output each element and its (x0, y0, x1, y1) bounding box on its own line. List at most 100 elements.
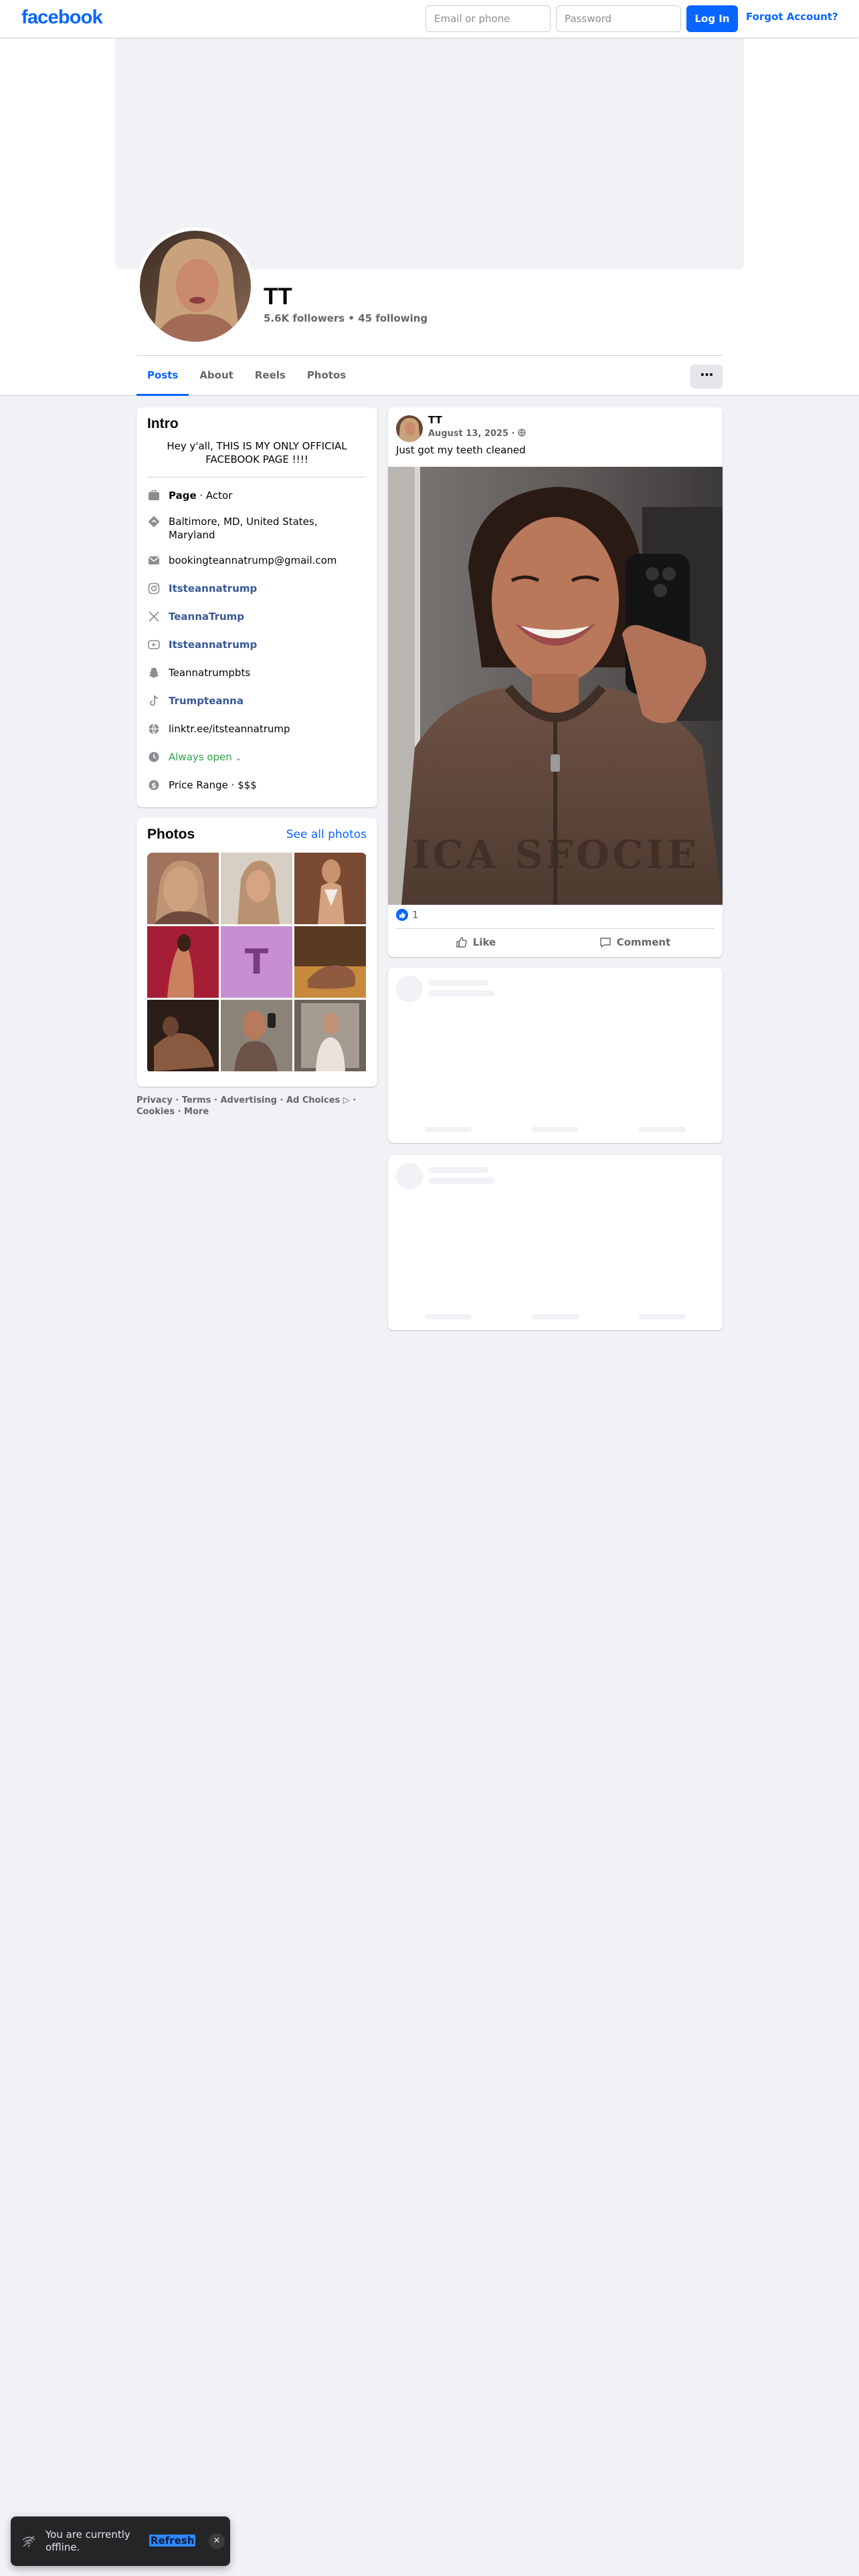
briefcase-icon (147, 489, 161, 502)
location-text: Baltimore, MD, United States, Maryland (169, 516, 318, 541)
instagram-item: Itsteannatrump (147, 582, 367, 595)
photo-thumbnail[interactable] (294, 853, 366, 924)
hours-item[interactable]: Always open ⌄ (147, 750, 367, 765)
photo-thumbnail[interactable] (221, 853, 292, 924)
price-item: $ Price Range · $$$ (147, 778, 367, 792)
page-title: TT (264, 284, 292, 310)
photo-thumbnail[interactable] (147, 853, 219, 924)
wifi-off-icon (22, 2535, 35, 2547)
category-item: Page · Actor (147, 489, 367, 502)
youtube-icon (147, 638, 161, 651)
photo-thumbnail[interactable] (294, 1000, 366, 1071)
globe-icon (518, 429, 526, 437)
photo-thumbnail[interactable] (147, 926, 219, 998)
post-author-name[interactable]: TT (428, 414, 442, 426)
website-link[interactable]: linktr.ee/itsteannatrump (169, 722, 367, 736)
top-bar: facebook Log In Forgot Account? (0, 0, 859, 38)
x-item: TeannaTrump (147, 610, 367, 623)
post-author-avatar[interactable] (396, 415, 423, 442)
intro-title: Intro (147, 416, 179, 431)
login-button[interactable]: Log In (686, 5, 738, 32)
offline-toast: You are currently offline. Refresh ✕ (11, 2516, 230, 2566)
more-options-button[interactable]: ··· (690, 364, 723, 389)
comment-icon (599, 938, 611, 948)
see-all-photos-link[interactable]: See all photos (286, 828, 367, 841)
skeleton-line (428, 990, 495, 996)
skeleton-action (532, 1314, 579, 1319)
post-card: TT August 13, 2025 · Just got my teeth c… (388, 407, 723, 957)
price-text: Price Range · $$$ (169, 779, 257, 791)
skeleton-action (425, 1127, 472, 1132)
skeleton-avatar (396, 976, 423, 1002)
tab-posts[interactable]: Posts (136, 356, 189, 396)
chevron-down-icon: ⌄ (235, 754, 242, 762)
profile-header: TT 5.6K followers • 45 following Posts A… (0, 38, 859, 396)
email-field[interactable] (425, 5, 551, 32)
category-prefix: Page (169, 490, 197, 502)
skeleton-line (428, 1167, 488, 1173)
offline-message: You are currently offline. (45, 2529, 130, 2553)
website-item: linktr.ee/itsteannatrump (147, 722, 367, 736)
thumbs-up-icon (456, 937, 467, 948)
photo-grid: T (147, 853, 367, 1073)
email-item: bookingteannatrump@gmail.com (147, 554, 367, 567)
forgot-account-link[interactable]: Forgot Account? (746, 11, 838, 23)
post-timestamp[interactable]: August 13, 2025 · (428, 429, 526, 439)
x-link[interactable]: TeannaTrump (169, 610, 367, 623)
post-photo[interactable]: ICA SFOCIE (388, 467, 723, 905)
category-value: · Actor (196, 490, 233, 502)
photo-thumbnail[interactable] (147, 1000, 219, 1071)
comment-button[interactable]: Comment (555, 930, 714, 954)
tab-reels[interactable]: Reels (244, 356, 296, 396)
instagram-icon (147, 582, 161, 595)
tab-photos[interactable]: Photos (296, 356, 357, 396)
facebook-logo[interactable]: facebook (21, 7, 103, 29)
skeleton-line (428, 980, 488, 986)
header-divider (136, 355, 723, 356)
photos-title: Photos (147, 827, 195, 842)
hours-text: Always open (169, 751, 232, 763)
location-item: Baltimore, MD, United States, Maryland (147, 515, 367, 542)
like-reaction-icon (396, 909, 408, 921)
close-icon[interactable]: ✕ (209, 2533, 225, 2549)
text-photo-tile[interactable]: T (221, 926, 292, 998)
photos-card: Photos See all photos T (136, 818, 377, 1087)
svg-text:$: $ (151, 781, 157, 790)
footer-line-2[interactable]: Cookies · More (136, 1106, 364, 1117)
footer-links[interactable]: Privacy · Terms · Advertising · Ad Choic… (136, 1095, 364, 1117)
intro-card: Intro Hey y'all, THIS IS MY ONLY OFFICIA… (136, 407, 377, 807)
tab-about[interactable]: About (189, 356, 244, 396)
loading-post-placeholder (388, 1155, 723, 1330)
snapchat-icon (147, 666, 161, 679)
post-text: Just got my teeth cleaned (396, 444, 526, 456)
profile-picture[interactable] (136, 227, 254, 345)
skeleton-line (428, 1178, 495, 1184)
photo-thumbnail[interactable] (221, 1000, 292, 1071)
loading-post-placeholder (388, 968, 723, 1143)
price-tag-icon: $ (147, 778, 161, 792)
refresh-link[interactable]: Refresh (149, 2535, 196, 2547)
skeleton-action (639, 1127, 686, 1132)
text-tile-letter: T (244, 942, 269, 982)
follower-count[interactable]: 5.6K followers • 45 following (264, 312, 427, 324)
globe-icon (147, 722, 161, 736)
youtube-link[interactable]: Itsteannatrump (169, 638, 367, 651)
location-icon (147, 515, 161, 528)
like-button[interactable]: Like (396, 930, 555, 954)
tiktok-icon (147, 694, 161, 708)
tiktok-link[interactable]: Trumpteanna (169, 694, 367, 708)
reaction-summary[interactable]: 1 (396, 909, 419, 921)
photo-thumbnail[interactable] (294, 926, 366, 998)
instagram-link[interactable]: Itsteannatrump (169, 582, 367, 595)
password-field[interactable] (556, 5, 681, 32)
profile-tabs: Posts About Reels Photos (136, 356, 357, 396)
email-text[interactable]: bookingteannatrump@gmail.com (169, 554, 367, 567)
skeleton-action (532, 1127, 579, 1132)
snapchat-text: Teannatrumpbts (169, 667, 251, 679)
bio-text: Hey y'all, THIS IS MY ONLY OFFICIAL FACE… (167, 440, 347, 465)
footer-line-1[interactable]: Privacy · Terms · Advertising · Ad Choic… (136, 1095, 364, 1106)
post-date-text: August 13, 2025 · (428, 429, 515, 439)
comment-label: Comment (616, 936, 671, 948)
envelope-icon (147, 554, 161, 567)
skeleton-action (425, 1314, 472, 1319)
